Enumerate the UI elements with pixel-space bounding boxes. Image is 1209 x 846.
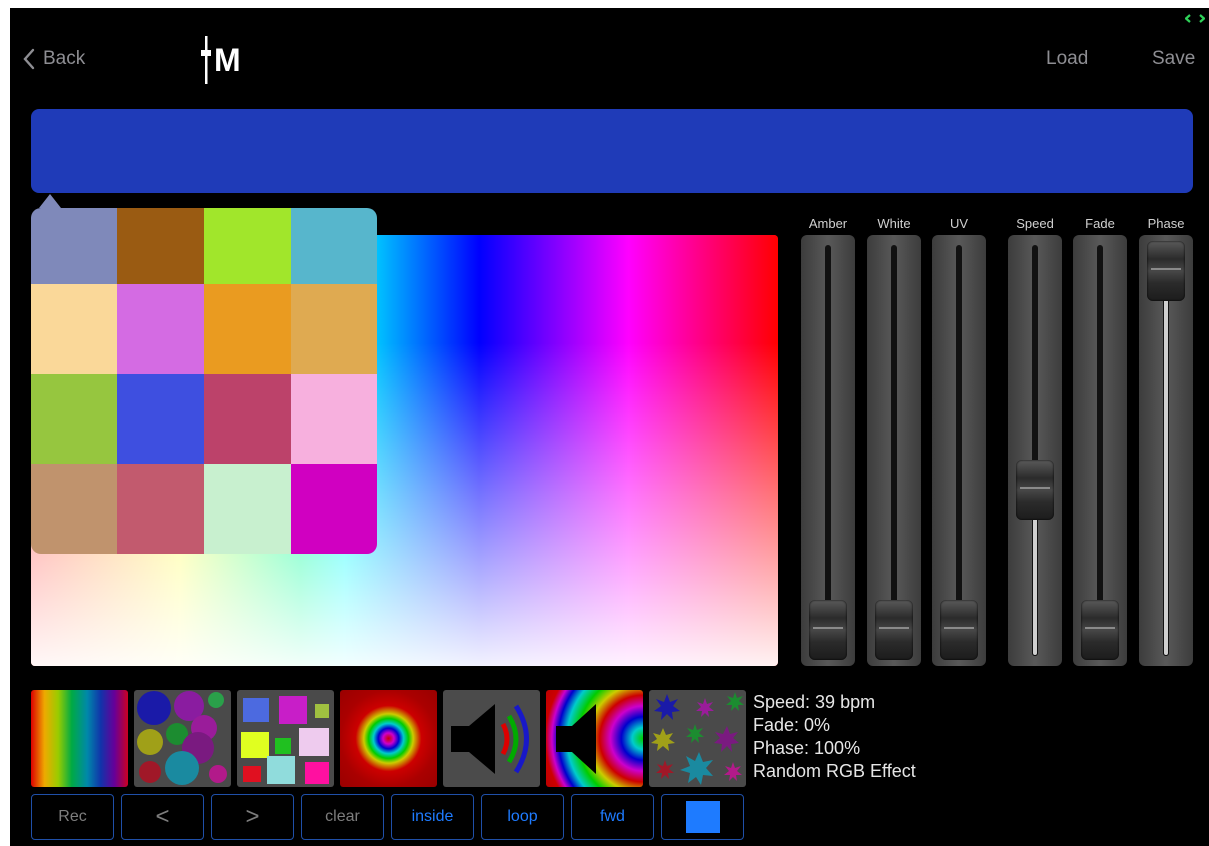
slider-label-speed: Speed [1016,216,1054,231]
slider-label-amber: Amber [808,216,848,231]
prev-button[interactable]: < [121,794,204,840]
slider-uv[interactable] [932,235,986,666]
save-button[interactable]: Save [1152,48,1195,70]
slider-knob[interactable] [809,600,847,660]
palette-swatch[interactable] [291,208,377,284]
slider-knob[interactable] [1081,600,1119,660]
slider-groove [891,245,897,656]
slider-label-fade: Fade [1085,216,1115,231]
palette-swatch[interactable] [31,284,117,374]
slider-groove [1097,245,1103,656]
inside-button[interactable]: inside [391,794,474,840]
effect-random-circles[interactable] [134,690,231,787]
palette-swatch[interactable] [117,208,204,284]
effect-random-squares[interactable] [237,690,334,787]
palette-swatch[interactable] [204,284,291,374]
clear-button[interactable]: clear [301,794,384,840]
fade-readout: Fade: 0% [753,715,831,735]
slider-knob[interactable] [1147,241,1185,301]
fader-icon [201,36,211,84]
effect-concentric-rings[interactable] [340,690,437,787]
color-toggle-button[interactable] [661,794,744,840]
effect-random-stars[interactable] [649,690,746,787]
palette-swatch[interactable] [204,374,291,464]
palette-popover-arrow [39,194,61,208]
palette-swatch[interactable] [117,464,204,554]
palette-swatch[interactable] [31,374,117,464]
slider-label-white: White [877,216,911,231]
slider-groove [956,245,962,656]
logo-text: M [214,41,241,78]
palette-swatch[interactable] [204,464,291,554]
slider-amber[interactable] [801,235,855,666]
color-square-icon [686,801,720,833]
slider-fade[interactable] [1073,235,1127,666]
app-window: Back M Load Save Amber White UV Speed Fade Ph… [10,8,1209,846]
phase-readout: Phase: 100% [753,738,861,758]
palette-swatch[interactable] [291,464,377,554]
slider-phase[interactable] [1139,235,1193,666]
slider-fill [1163,271,1169,656]
effect-sound-active[interactable] [443,690,540,787]
slider-knob[interactable] [1016,459,1054,520]
fwd-button[interactable]: fwd [571,794,654,840]
battery-icon [1185,14,1205,23]
slider-white[interactable] [867,235,921,666]
slider-knob[interactable] [875,600,913,660]
palette-swatch[interactable] [117,374,204,464]
current-color-bar[interactable] [31,109,1193,193]
next-button[interactable]: > [211,794,294,840]
load-button[interactable]: Load [1046,48,1088,70]
palette-swatch[interactable] [291,284,377,374]
palette-swatch[interactable] [31,208,117,284]
color-palette-popover [31,208,377,554]
slider-label-uv: UV [949,216,969,231]
rec-button[interactable]: Rec [31,794,114,840]
effect-name: Random RGB Effect [753,761,916,781]
effect-sound-rings[interactable] [546,690,643,787]
back-label: Back [43,48,86,69]
app-logo: M [200,36,241,84]
palette-swatch[interactable] [204,208,291,284]
slider-speed[interactable] [1008,235,1062,666]
effect-rainbow-stripes[interactable] [31,690,128,787]
palette-swatch[interactable] [291,374,377,464]
back-button[interactable]: Back [22,48,85,70]
slider-knob[interactable] [940,600,978,660]
palette-swatch[interactable] [117,284,204,374]
chevron-left-icon [23,48,35,70]
palette-swatch[interactable] [31,464,117,554]
loop-button[interactable]: loop [481,794,564,840]
speed-readout: Speed: 39 bpm [753,692,876,712]
effect-info: Speed: 39 bpm Fade: 0% Phase: 100% Rando… [753,691,916,783]
slider-groove [825,245,831,656]
slider-label-phase: Phase [1147,216,1185,231]
